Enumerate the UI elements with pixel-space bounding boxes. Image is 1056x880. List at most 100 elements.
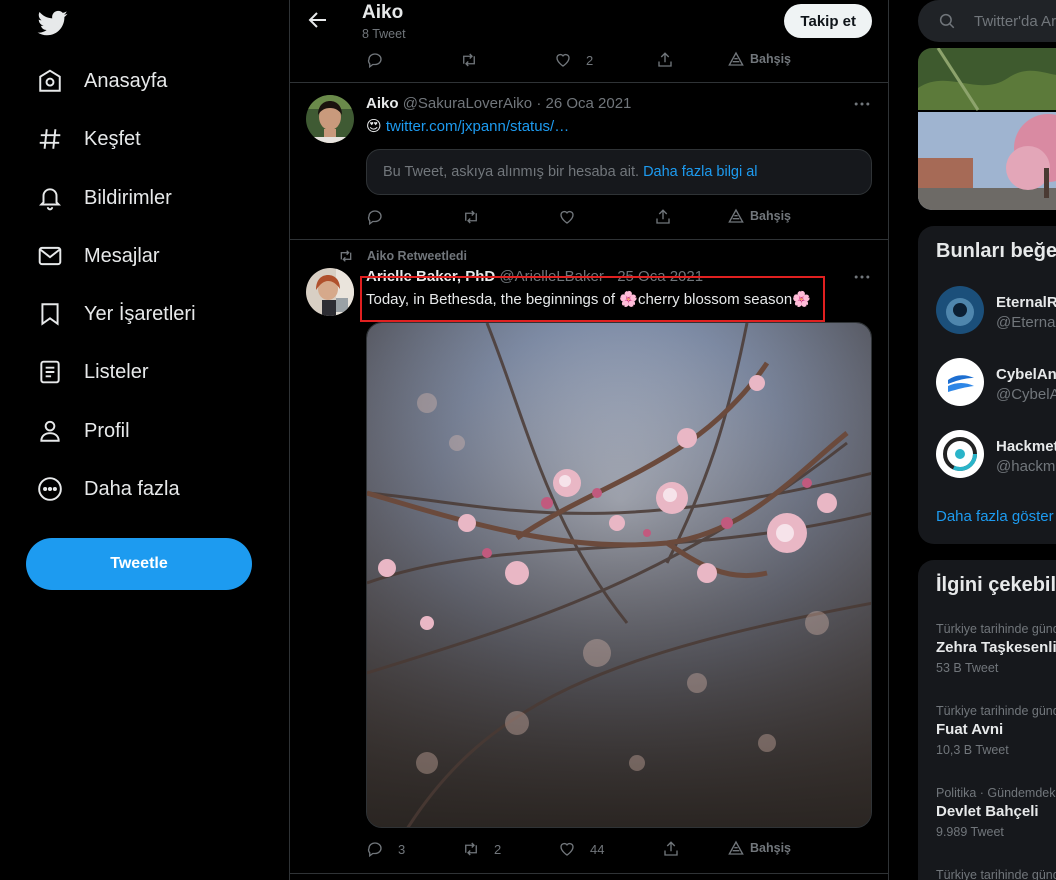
tip-label: Bahşiş bbox=[750, 209, 791, 223]
like-button[interactable] bbox=[558, 208, 576, 226]
who-to-follow-panel: Bunları beğenebilirsin EternalRise @Eter… bbox=[918, 226, 1056, 544]
nav-item-profile[interactable]: Profil bbox=[26, 407, 130, 455]
trends-panel: İlgini çekebilecek gündemler Türkiye tar… bbox=[918, 560, 1056, 880]
profile-header: Aiko 8 Tweet Takip et bbox=[290, 0, 888, 45]
nav-item-notifications[interactable]: Bildirimler bbox=[26, 174, 172, 222]
suggestion-handle: @EternalRise bbox=[996, 314, 1056, 331]
suspended-text: Bu Tweet, askıya alınmış bir hesaba ait. bbox=[383, 164, 640, 180]
search-placeholder: Twitter'da Ara bbox=[974, 12, 1056, 30]
tip-label: Bahşiş bbox=[750, 841, 791, 855]
nav-item-more[interactable]: Daha fazla bbox=[26, 465, 180, 513]
hashtag-icon bbox=[26, 115, 74, 163]
tweet-photo[interactable] bbox=[366, 322, 872, 828]
tip-button[interactable]: Bahşiş bbox=[728, 208, 791, 224]
tweet-link[interactable]: twitter.com/jxpann/status/… bbox=[386, 118, 569, 135]
main-timeline: Aiko 8 Tweet Takip et 2 Bahşiş Aiko @Sak… bbox=[289, 0, 889, 880]
show-more-link[interactable]: Daha fazla göster bbox=[936, 508, 1054, 525]
avatar[interactable] bbox=[306, 95, 354, 143]
nav-label: Daha fazla bbox=[84, 477, 180, 500]
reply-button[interactable] bbox=[366, 208, 384, 226]
share-button[interactable] bbox=[656, 51, 674, 69]
share-button[interactable] bbox=[654, 208, 672, 226]
retweet-button[interactable] bbox=[462, 208, 480, 226]
tweet-date[interactable]: 25 Oca 2021 bbox=[617, 268, 703, 285]
retweet-context: Aiko Retweetledi bbox=[338, 248, 467, 264]
user-name[interactable]: Arielle Baker, PhD bbox=[366, 268, 495, 285]
tip-label: Bahşiş bbox=[750, 52, 791, 66]
separator: · bbox=[608, 268, 614, 285]
suggestion-handle: @CybelAngel bbox=[996, 386, 1056, 403]
bookmark-icon bbox=[26, 290, 74, 338]
retweeted-by[interactable]: Aiko Retweetledi bbox=[367, 249, 467, 263]
divider bbox=[290, 82, 888, 83]
nav-label: Listeler bbox=[84, 360, 149, 383]
retweet-button[interactable] bbox=[460, 51, 478, 69]
nav-item-lists[interactable]: Listeler bbox=[26, 348, 148, 396]
more-options-icon[interactable] bbox=[852, 94, 872, 114]
media-preview[interactable] bbox=[918, 48, 1056, 210]
trend-name: Fuat Avni bbox=[936, 721, 1004, 738]
nav-item-explore[interactable]: Keşfet bbox=[26, 115, 141, 163]
share-button[interactable] bbox=[662, 840, 680, 858]
nav-item-bookmarks[interactable]: Yer İşaretleri bbox=[26, 290, 196, 338]
nav-item-home[interactable]: Anasayfa bbox=[26, 57, 167, 105]
reply-button[interactable]: 3 bbox=[366, 840, 405, 858]
follow-button[interactable]: Takip et bbox=[784, 4, 872, 38]
search-input[interactable]: Twitter'da Ara bbox=[918, 0, 1056, 42]
tweet-button[interactable]: Tweetle bbox=[26, 538, 252, 590]
reply-button[interactable] bbox=[366, 51, 384, 69]
reply-count: 3 bbox=[398, 841, 406, 857]
separator: · bbox=[536, 95, 542, 112]
trend-item[interactable]: Türkiye tarihinde gündemde Zehra Taşkese… bbox=[936, 622, 1056, 675]
user-handle[interactable]: @SakuraLoverAiko bbox=[403, 95, 532, 112]
retweet-icon bbox=[340, 250, 352, 262]
user-icon bbox=[26, 407, 74, 455]
avatar[interactable] bbox=[306, 268, 354, 316]
divider bbox=[290, 873, 888, 874]
more-options-icon[interactable] bbox=[852, 267, 872, 287]
nav-item-messages[interactable]: Mesajlar bbox=[26, 232, 160, 280]
avatar[interactable] bbox=[936, 358, 984, 406]
page-title: Aiko bbox=[362, 2, 404, 23]
trend-count: 53 B Tweet bbox=[936, 661, 999, 675]
tweet-text: 😍 twitter.com/jxpann/status/… bbox=[366, 117, 569, 135]
like-count: 2 bbox=[586, 52, 594, 68]
user-handle[interactable]: @ArielleLBaker bbox=[499, 268, 603, 285]
trend-item[interactable]: Türkiye tarihinde gündemde Fuat Avni 10,… bbox=[936, 704, 1056, 757]
suspended-quote-notice: Bu Tweet, askıya alınmış bir hesaba ait.… bbox=[366, 149, 872, 195]
trend-item[interactable]: Türkiye tarihinde gündemde bbox=[936, 868, 1056, 880]
nav-label: Mesajlar bbox=[84, 244, 160, 267]
tweet-date[interactable]: 26 Oca 2021 bbox=[546, 95, 632, 112]
cherry-blossom-emoji: 🌸 bbox=[792, 291, 811, 308]
trend-context: Türkiye tarihinde gündemde bbox=[936, 704, 1056, 718]
share-icon bbox=[656, 209, 670, 224]
nav-label: Anasayfa bbox=[84, 69, 168, 92]
suggestion-name: Hackmetrix bbox=[996, 438, 1056, 455]
trend-name: Zehra Taşkesenlioğlu bbox=[936, 639, 1056, 656]
tip-button[interactable]: Bahşiş bbox=[728, 840, 791, 856]
list-icon bbox=[26, 348, 74, 396]
like-button[interactable]: 44 bbox=[558, 840, 604, 858]
twitter-logo-icon[interactable] bbox=[36, 8, 70, 38]
avatar[interactable] bbox=[936, 286, 984, 334]
share-icon bbox=[658, 52, 672, 67]
back-arrow-icon[interactable] bbox=[306, 8, 330, 32]
tip-icon bbox=[728, 51, 744, 66]
right-sidebar: Twitter'da Ara Bunları beğenebilirsin Et… bbox=[918, 0, 1056, 880]
nav-label: Yer İşaretleri bbox=[84, 302, 196, 325]
tip-button[interactable]: Bahşiş bbox=[728, 51, 791, 67]
nav-label: Profil bbox=[84, 419, 130, 442]
home-icon bbox=[26, 57, 74, 105]
like-button[interactable]: 2 bbox=[554, 51, 593, 69]
tweet-text: Today, in Bethesda, the beginnings of 🌸c… bbox=[366, 290, 811, 308]
divider bbox=[290, 239, 888, 240]
learn-more-link[interactable]: Daha fazla bilgi al bbox=[643, 164, 757, 180]
retweet-button[interactable]: 2 bbox=[462, 840, 501, 858]
retweet-count: 2 bbox=[494, 841, 502, 857]
trend-item[interactable]: Politika · Gündemdekiler Devlet Bahçeli … bbox=[936, 786, 1056, 839]
suggestion-name: CybelAngel bbox=[996, 366, 1056, 383]
avatar[interactable] bbox=[936, 430, 984, 478]
user-name[interactable]: Aiko bbox=[366, 95, 399, 112]
emoji: 😍 bbox=[366, 118, 382, 135]
reply-icon bbox=[367, 210, 382, 226]
